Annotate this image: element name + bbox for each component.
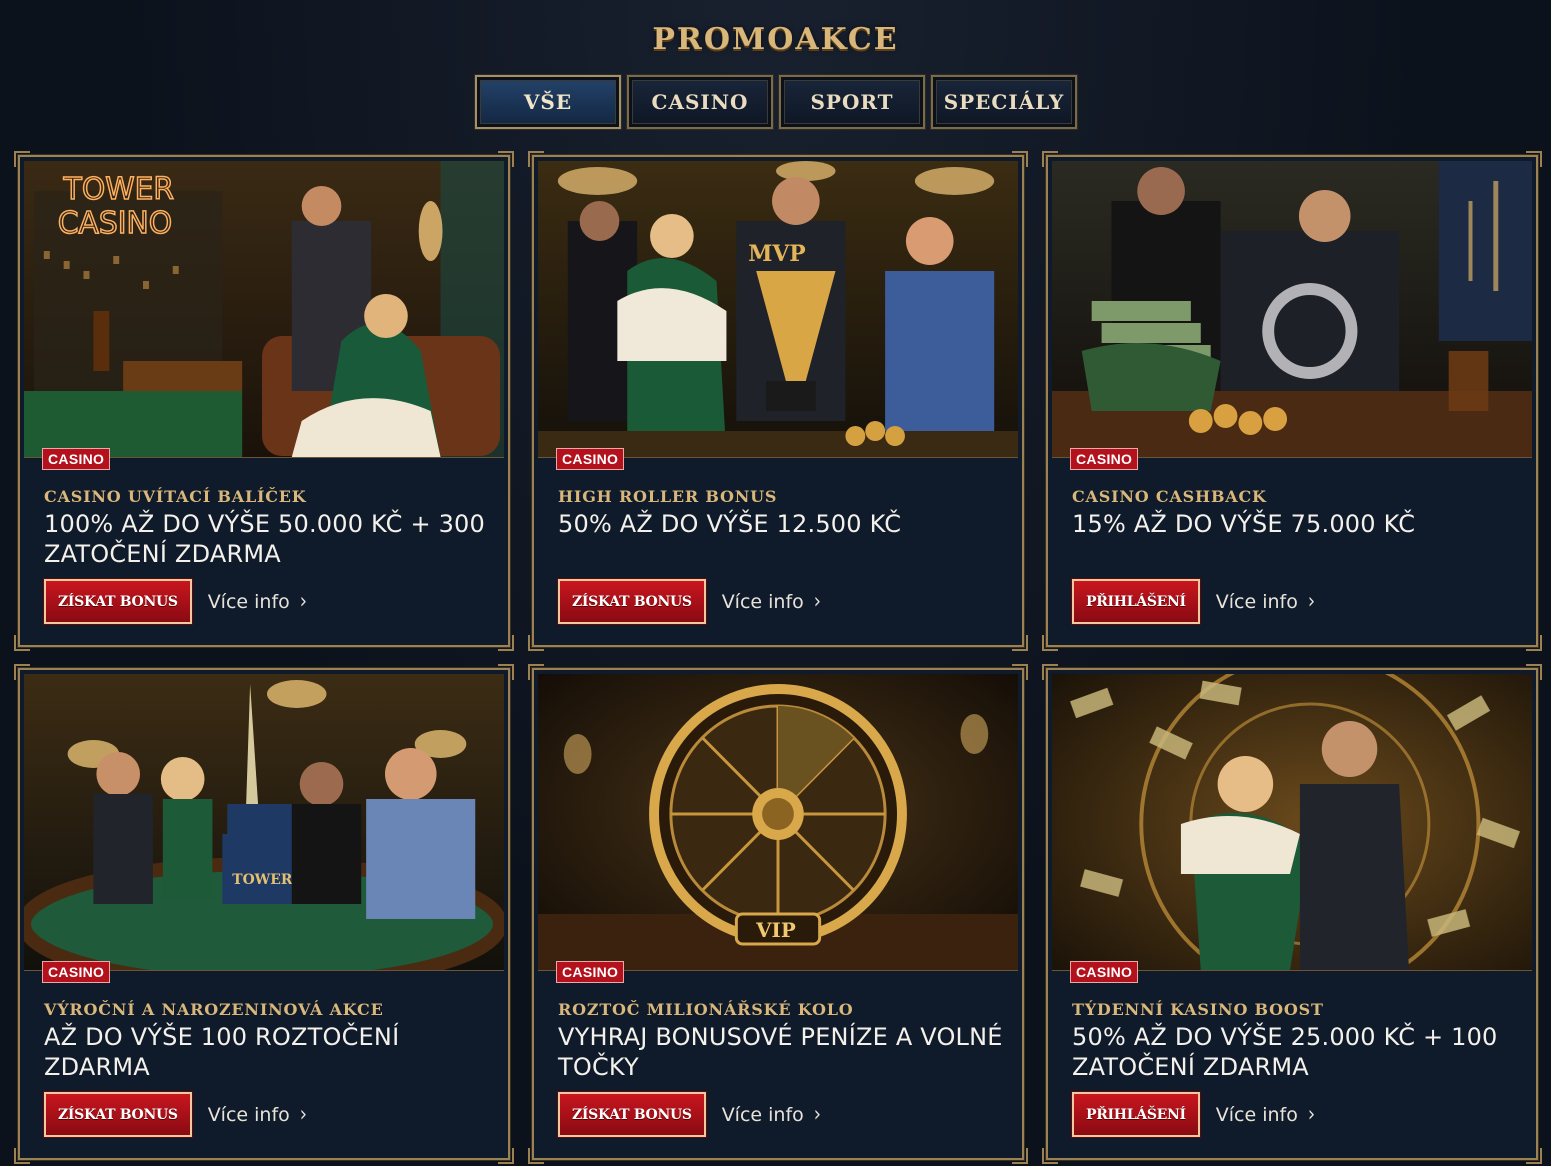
chevron-right-icon: ›	[299, 588, 307, 615]
promo-image-tower-casino[interactable]: TOWER CASINO	[24, 161, 504, 458]
promo-headline: 50% AŽ DO VÝŠE 25.000 KČ + 100 ZATOČENÍ …	[1072, 1023, 1498, 1081]
card-body: CASINO CASHBACK 15% AŽ DO VÝŠE 75.000 KČ	[1072, 487, 1518, 539]
promo-subtitle: VÝROČNÍ A NAROZENINOVÁ AKCE	[44, 1000, 384, 1019]
tab-sport[interactable]: SPORT	[778, 74, 926, 130]
more-info-link[interactable]: Více info ›	[207, 588, 307, 615]
category-badge: CASINO	[42, 961, 111, 983]
corner-ornament	[14, 635, 30, 651]
promo-card: TOWER CASINO CASINO CASINO UVÍTACÍ BALÍČ…	[14, 151, 514, 651]
promo-card: MVP CASINO HIGH ROLLER BONUS 50% AŽ DO V…	[528, 151, 1028, 651]
promo-subtitle: CASINO UVÍTACÍ BALÍČEK	[44, 487, 307, 506]
card-actions: PŘIHLÁŠENÍ Více info ›	[1071, 578, 1316, 625]
category-badge: CASINO	[1070, 961, 1139, 983]
more-info-label: Více info	[207, 590, 290, 613]
mvp-text: MVP	[748, 241, 805, 267]
promo-headline: 15% AŽ DO VÝŠE 75.000 KČ	[1072, 510, 1416, 538]
promo-card: CASINO CASINO CASHBACK 15% AŽ DO VÝŠE 75…	[1042, 151, 1542, 651]
card-body: TÝDENNÍ KASINO BOOST 50% AŽ DO VÝŠE 25.0…	[1072, 1000, 1518, 1082]
page-title: PROMOAKCE	[652, 22, 899, 57]
corner-ornament	[498, 1148, 514, 1164]
corner-ornament	[528, 1148, 544, 1164]
more-info-link[interactable]: Více info ›	[207, 1101, 307, 1128]
tower-sign-text: TOWER	[63, 172, 174, 207]
corner-ornament	[1042, 635, 1058, 651]
card-actions: PŘIHLÁŠENÍ Více info ›	[1071, 1091, 1316, 1138]
promo-card: CASINO TÝDENNÍ KASINO BOOST 50% AŽ DO VÝ…	[1042, 664, 1542, 1164]
corner-ornament	[1526, 635, 1542, 651]
tab-specials[interactable]: SPECIÁLY	[930, 74, 1078, 130]
tab-casino[interactable]: CASINO	[626, 74, 774, 130]
promo-headline: VYHRAJ BONUSOVÉ PENÍZE A VOLNÉ TOČKY	[558, 1023, 1003, 1081]
promo-subtitle: CASINO CASHBACK	[1072, 487, 1267, 506]
promo-image-cashback[interactable]	[1052, 161, 1532, 458]
card-body: HIGH ROLLER BONUS 50% AŽ DO VÝŠE 12.500 …	[558, 487, 1004, 539]
card-body: VÝROČNÍ A NAROZENINOVÁ AKCE AŽ DO VÝŠE 1…	[44, 1000, 490, 1082]
corner-ornament	[1012, 1148, 1028, 1164]
chevron-right-icon: ›	[299, 1101, 307, 1128]
card-body: ROZTOČ MILIONÁŘSKÉ KOLO VYHRAJ BONUSOVÉ …	[558, 1000, 1004, 1082]
corner-ornament	[1526, 1148, 1542, 1164]
category-badge: CASINO	[1070, 448, 1139, 470]
corner-ornament	[498, 635, 514, 651]
get-bonus-button[interactable]: ZÍSKAT BONUS	[43, 578, 193, 625]
tab-all[interactable]: VŠE	[474, 74, 622, 130]
vip-text: VIP	[755, 918, 796, 942]
promo-tabs: VŠE CASINO SPORT SPECIÁLY	[474, 74, 1078, 130]
promo-grid: TOWER CASINO CASINO CASINO UVÍTACÍ BALÍČ…	[14, 151, 1542, 1164]
more-info-label: Více info	[721, 590, 804, 613]
category-badge: CASINO	[556, 961, 625, 983]
corner-ornament	[1042, 1148, 1058, 1164]
more-info-label: Více info	[207, 1103, 290, 1126]
corner-ornament	[1012, 635, 1028, 651]
card-actions: ZÍSKAT BONUS Více info ›	[557, 1091, 821, 1138]
promo-card: VIP CASINO ROZTOČ MILIONÁŘSKÉ KOLO VYHRA…	[528, 664, 1028, 1164]
card-body: CASINO UVÍTACÍ BALÍČEK 100% AŽ DO VÝŠE 5…	[44, 487, 490, 569]
category-badge: CASINO	[42, 448, 111, 470]
promo-image-mvp-trophy[interactable]: MVP	[538, 161, 1018, 458]
card-actions: ZÍSKAT BONUS Více info ›	[43, 1091, 307, 1138]
promo-headline: 100% AŽ DO VÝŠE 50.000 KČ + 300 ZATOČENÍ…	[44, 510, 486, 568]
casino-sign-text: CASINO	[58, 206, 172, 241]
card-actions: ZÍSKAT BONUS Více info ›	[557, 578, 821, 625]
chevron-right-icon: ›	[1307, 588, 1316, 615]
more-info-link[interactable]: Více info ›	[721, 588, 821, 615]
login-button[interactable]: PŘIHLÁŠENÍ	[1071, 578, 1201, 625]
more-info-link[interactable]: Více info ›	[721, 1101, 821, 1128]
promo-image-money-rain[interactable]	[1052, 674, 1532, 971]
promo-image-birthday[interactable]: TOWER	[24, 674, 504, 971]
more-info-label: Více info	[1215, 1103, 1298, 1126]
get-bonus-button[interactable]: ZÍSKAT BONUS	[43, 1091, 193, 1138]
chevron-right-icon: ›	[813, 1101, 821, 1128]
login-button[interactable]: PŘIHLÁŠENÍ	[1071, 1091, 1201, 1138]
promo-headline: 50% AŽ DO VÝŠE 12.500 KČ	[558, 510, 902, 538]
promo-subtitle: HIGH ROLLER BONUS	[558, 487, 778, 506]
get-bonus-button[interactable]: ZÍSKAT BONUS	[557, 578, 707, 625]
get-bonus-button[interactable]: ZÍSKAT BONUS	[557, 1091, 707, 1138]
promo-image-vip-wheel[interactable]: VIP	[538, 674, 1018, 971]
promo-subtitle: TÝDENNÍ KASINO BOOST	[1072, 1000, 1324, 1019]
corner-ornament	[14, 1148, 30, 1164]
category-badge: CASINO	[556, 448, 625, 470]
chevron-right-icon: ›	[813, 588, 821, 615]
cake-text: TOWER	[232, 872, 293, 888]
promo-headline: AŽ DO VÝŠE 100 ROZTOČENÍ ZDARMA	[44, 1023, 400, 1081]
more-info-label: Více info	[721, 1103, 804, 1126]
corner-ornament	[528, 635, 544, 651]
chevron-right-icon: ›	[1307, 1101, 1316, 1128]
card-actions: ZÍSKAT BONUS Více info ›	[43, 578, 307, 625]
more-info-link[interactable]: Více info ›	[1215, 588, 1316, 615]
promo-subtitle: ROZTOČ MILIONÁŘSKÉ KOLO	[558, 1000, 854, 1019]
more-info-link[interactable]: Více info ›	[1215, 1101, 1316, 1128]
promo-card: TOWER CASINO VÝROČNÍ A NAROZENINOVÁ AKCE…	[14, 664, 514, 1164]
more-info-label: Více info	[1215, 590, 1298, 613]
